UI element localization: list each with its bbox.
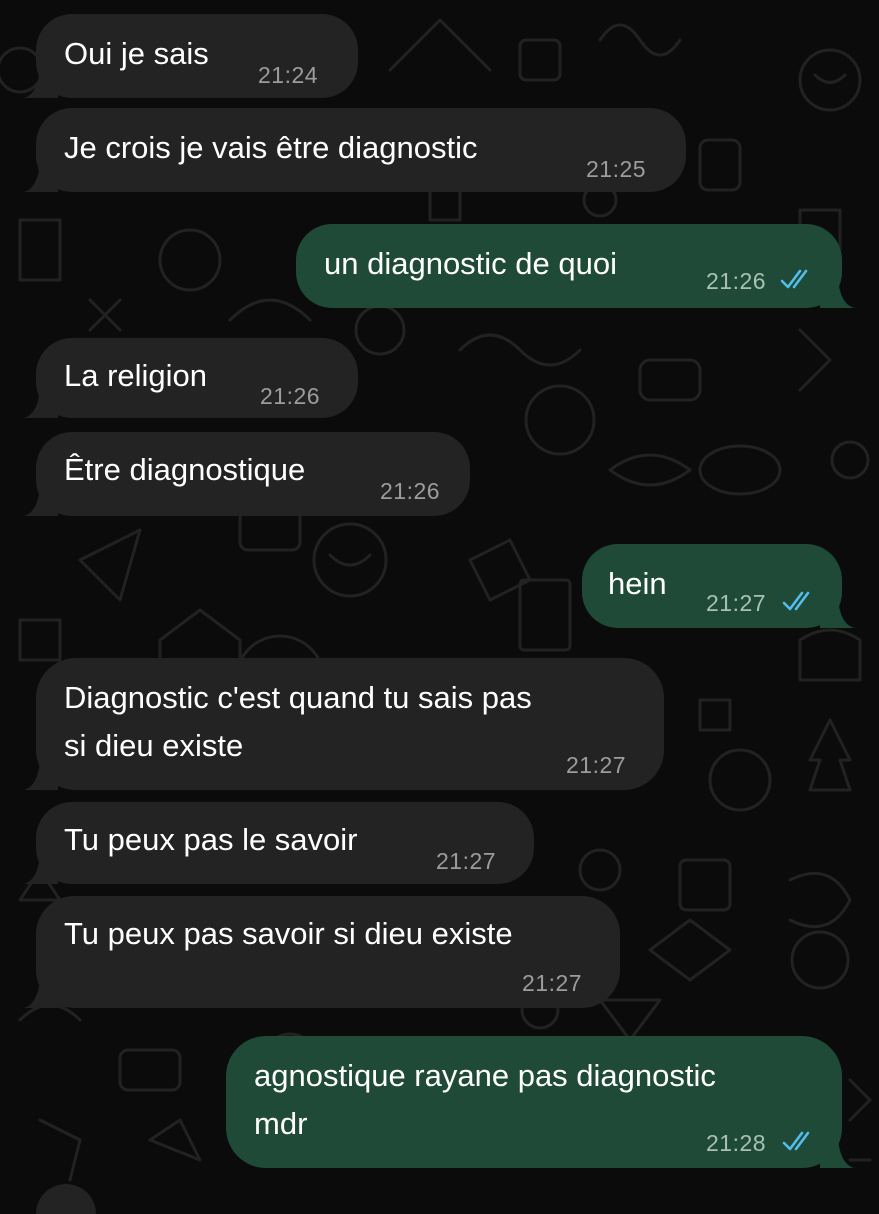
- message-timestamp: 21:26: [380, 478, 441, 504]
- bubble-tail: [24, 388, 58, 418]
- incoming-message[interactable]: Oui je sais 21:24: [24, 14, 358, 98]
- message-text: Être diagnostique: [64, 452, 306, 487]
- message-timestamp: 21:27: [566, 752, 627, 778]
- message-text: un diagnostic de quoi: [324, 246, 618, 281]
- incoming-message[interactable]: Tu peux pas le savoir 21:27: [24, 802, 534, 884]
- message-text: Je crois je vais être diagnostic: [64, 130, 478, 165]
- message-list: Oui je sais 21:24 Je crois je vais être …: [0, 0, 879, 1214]
- message-timestamp: 21:27: [706, 590, 767, 616]
- message-text-line: si dieu existe: [64, 728, 244, 763]
- incoming-message[interactable]: Tu peux pas savoir si dieu existe 21:27: [24, 896, 620, 1008]
- message-timestamp: 21:27: [522, 970, 583, 996]
- message-text: Oui je sais: [64, 36, 209, 71]
- message-text-line: mdr: [254, 1106, 308, 1141]
- outgoing-message[interactable]: agnostique rayane pas diagnostic mdr 21:…: [226, 1036, 854, 1168]
- message-text-line: agnostique rayane pas diagnostic: [254, 1058, 716, 1093]
- message-timestamp: 21:26: [706, 268, 767, 294]
- incoming-message-partial: [36, 1184, 96, 1214]
- bubble-tail: [24, 760, 58, 790]
- message-timestamp: 21:24: [258, 62, 319, 88]
- outgoing-message[interactable]: hein 21:27: [582, 544, 854, 628]
- message-text: La religion: [64, 358, 208, 393]
- incoming-message[interactable]: Diagnostic c'est quand tu sais pas si di…: [24, 658, 664, 790]
- double-check-read-icon: [782, 1131, 810, 1151]
- incoming-message[interactable]: La religion 21:26: [24, 338, 358, 418]
- bubble-tail: [820, 1138, 854, 1168]
- message-text: hein: [608, 566, 667, 601]
- message-timestamp: 21:28: [706, 1130, 767, 1156]
- incoming-message[interactable]: Je crois je vais être diagnostic 21:25: [24, 108, 686, 192]
- message-timestamp: 21:25: [586, 156, 647, 182]
- message-timestamp: 21:26: [260, 383, 321, 409]
- bubble-tail: [24, 978, 58, 1008]
- bubble-tail: [820, 278, 854, 308]
- message-text-line: Diagnostic c'est quand tu sais pas: [64, 680, 532, 715]
- message-text: Tu peux pas savoir si dieu existe: [64, 916, 513, 951]
- bubble-tail: [24, 68, 58, 98]
- message-timestamp: 21:27: [436, 848, 497, 874]
- outgoing-message[interactable]: un diagnostic de quoi 21:26: [296, 224, 854, 308]
- bubble-tail: [820, 598, 854, 628]
- double-check-read-icon: [782, 591, 810, 611]
- incoming-message[interactable]: Être diagnostique 21:26: [24, 432, 470, 516]
- bubble-tail: [24, 162, 58, 192]
- double-check-read-icon: [780, 269, 808, 289]
- message-text: Tu peux pas le savoir: [64, 822, 358, 857]
- bubble-tail: [24, 854, 58, 884]
- bubble-tail: [24, 486, 58, 516]
